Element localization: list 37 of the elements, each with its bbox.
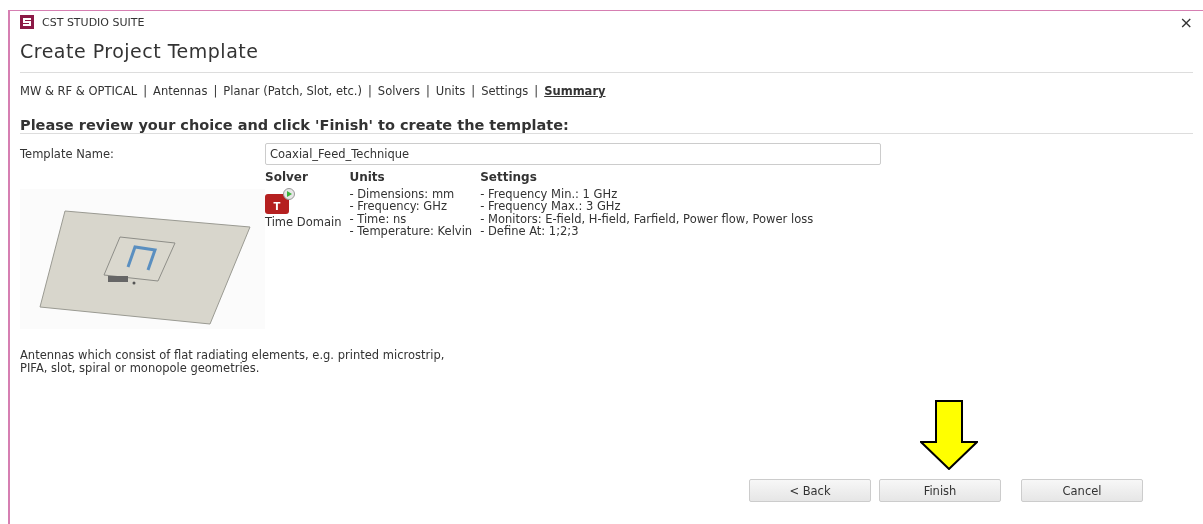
summary-item: - Frequency Min.: 1 GHz bbox=[480, 187, 619, 200]
wizard-button[interactable]: < Back bbox=[749, 479, 871, 502]
template-name-field[interactable]: Coaxial_Feed_Technique bbox=[265, 143, 881, 165]
wizard-button[interactable]: Cancel bbox=[1021, 479, 1143, 502]
window-title: CST STUDIO SUITE bbox=[42, 15, 146, 29]
separator: | bbox=[213, 84, 218, 98]
page-heading: Create Project Template bbox=[20, 33, 1193, 73]
solver-name: Time Domain bbox=[265, 215, 342, 228]
summary-item: - Temperature: Kelvin bbox=[349, 225, 473, 238]
summary-item: - Define At: 1;2;3 bbox=[480, 225, 580, 238]
breadcrumb-step[interactable]: MW & RF & OPTICAL bbox=[20, 84, 138, 98]
summary-item: - Monitors: E-field, H-field, Farfield, Power flow, Power loss bbox=[480, 212, 814, 225]
instruction-heading: Please review your choice and click 'Finish' to create the template: bbox=[20, 117, 1193, 134]
summary-item: - Frequency: GHz bbox=[349, 200, 448, 213]
column-heading: Settings bbox=[480, 171, 538, 184]
separator: | bbox=[367, 84, 372, 98]
breadcrumb-step[interactable]: Planar (Patch, Slot, etc.) bbox=[223, 84, 362, 98]
close-button[interactable]: × bbox=[1179, 12, 1193, 32]
summary-item: - Dimensions: mm bbox=[349, 187, 456, 200]
app-logo-icon bbox=[20, 15, 34, 29]
column-heading: Units bbox=[349, 171, 386, 184]
column-heading: Solver bbox=[265, 171, 309, 184]
breadcrumb-step[interactable]: Solvers bbox=[377, 84, 420, 98]
summary-item: - Frequency Max.: 3 GHz bbox=[480, 200, 621, 213]
breadcrumb-step[interactable]: Units bbox=[435, 84, 466, 98]
separator: | bbox=[534, 84, 539, 98]
description-text: Antennas which consist of flat radiating elements, e.g. printed microstrip, PIFA, slot, spiral or monopole geometries. bbox=[20, 349, 446, 375]
separator: | bbox=[471, 84, 476, 98]
summary-item: - Time: ns bbox=[349, 212, 407, 225]
separator: | bbox=[143, 84, 148, 98]
wizard-button[interactable]: Finish bbox=[879, 479, 1001, 502]
breadcrumb-step[interactable]: Settings bbox=[481, 84, 529, 98]
down-arrow-icon bbox=[920, 400, 978, 470]
field-label: Template Name: bbox=[20, 147, 115, 161]
breadcrumb-step[interactable]: Antennas bbox=[153, 84, 208, 98]
separator: | bbox=[426, 84, 430, 98]
breadcrumb-step[interactable]: Summary bbox=[544, 84, 606, 98]
